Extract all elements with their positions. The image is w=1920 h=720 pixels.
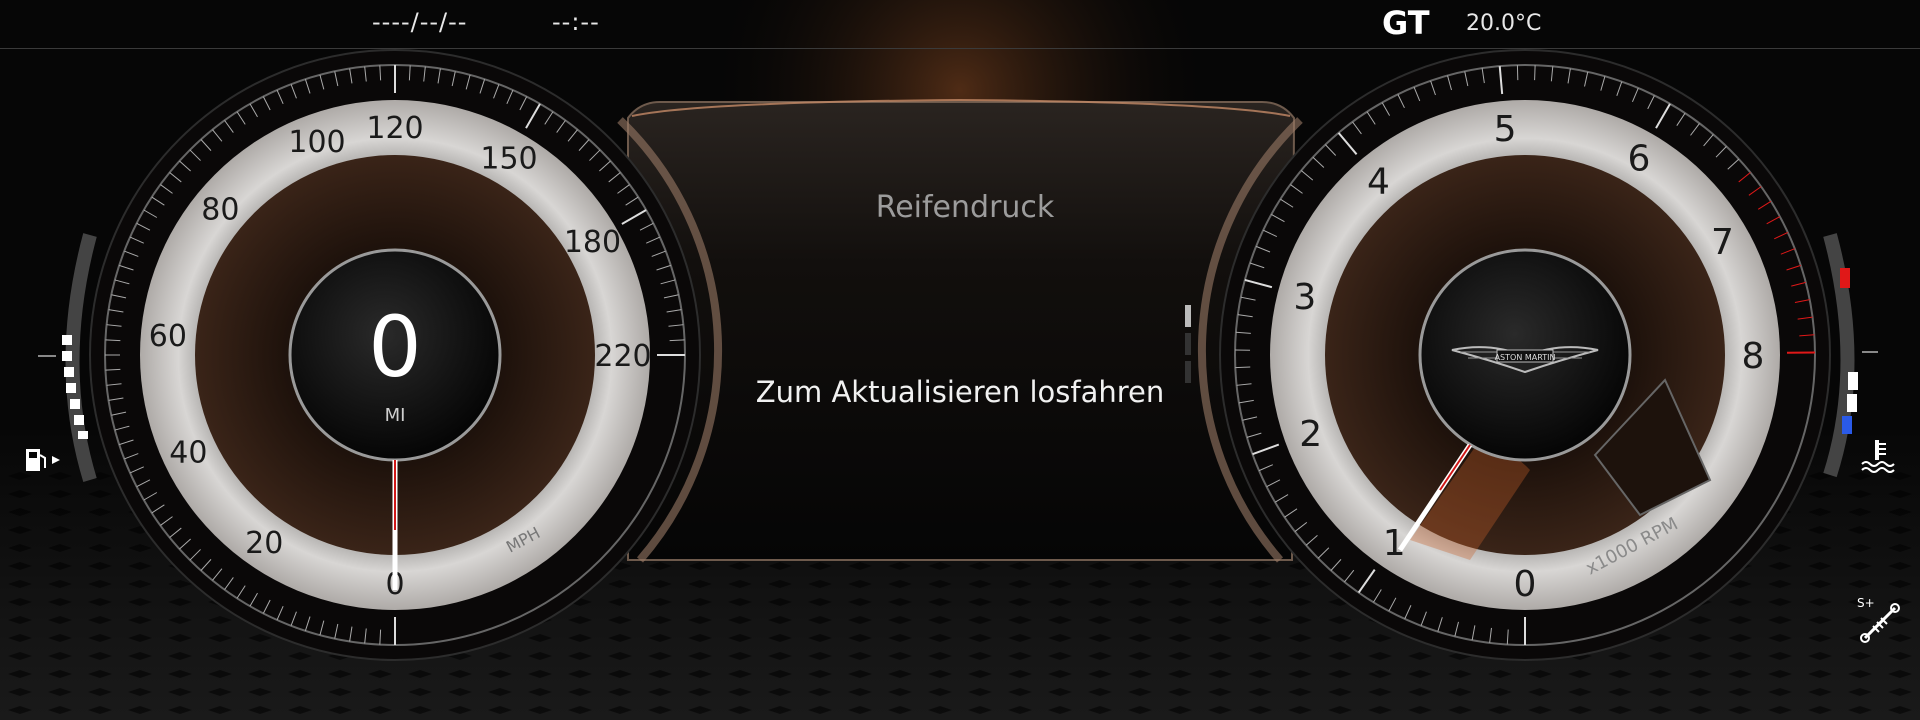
info-panel-title: Reifendruck — [875, 190, 1055, 225]
rpm-scale-label: 6 — [1628, 139, 1651, 180]
info-panel-message: Zum Aktualisieren losfahren — [755, 375, 1165, 409]
date-display: ----/--/-- — [372, 8, 468, 36]
odometer-unit: MI — [384, 405, 406, 426]
speed-scale-label: 80 — [201, 192, 239, 227]
rpm-scale-label: 7 — [1711, 222, 1734, 263]
rpm-scale-label: 3 — [1293, 277, 1316, 318]
speed-scale-label: 220 — [594, 339, 651, 374]
speed-scale-label: 20 — [245, 526, 283, 561]
instrument-cluster: 020406080100120150180220 MPH 012345678 A… — [0, 0, 1920, 720]
speed-scale-label: 150 — [480, 142, 537, 177]
brand-text: ASTON MARTIN — [1495, 353, 1556, 362]
tachometer-gauge: 012345678 ASTON MARTIN x1000 RPM — [1219, 49, 1831, 661]
speed-scale-label: 180 — [564, 225, 621, 260]
rpm-scale-label: 4 — [1367, 161, 1390, 202]
rpm-scale-label: 8 — [1742, 336, 1765, 377]
rpm-scale-label: 0 — [1514, 564, 1537, 605]
speed-scale-label: 60 — [149, 319, 187, 354]
status-bar: ----/--/-- --:-- GT 20.0°C — [0, 0, 1920, 49]
speed-scale-label: 120 — [366, 111, 423, 146]
rpm-tick — [1235, 366, 1251, 369]
speed-value: 0 — [368, 298, 422, 396]
outside-temperature: 20.0°C — [1466, 11, 1542, 36]
time-display: --:-- — [552, 8, 600, 36]
suspension-mode-label: S+ — [1857, 596, 1875, 610]
coolant-temp-icon — [1861, 440, 1895, 473]
rpm-scale-label: 5 — [1494, 109, 1517, 150]
center-display-panel — [627, 98, 1296, 561]
speed-scale-label: 100 — [288, 125, 345, 160]
fuel-pump-icon — [26, 449, 60, 471]
speed-scale-label: 40 — [169, 435, 207, 470]
drive-mode-indicator: GT — [1382, 4, 1430, 42]
rpm-scale-label: 2 — [1299, 414, 1322, 455]
rpm-tick — [1534, 65, 1536, 81]
suspension-mode-indicator: S+ — [1855, 596, 1905, 646]
